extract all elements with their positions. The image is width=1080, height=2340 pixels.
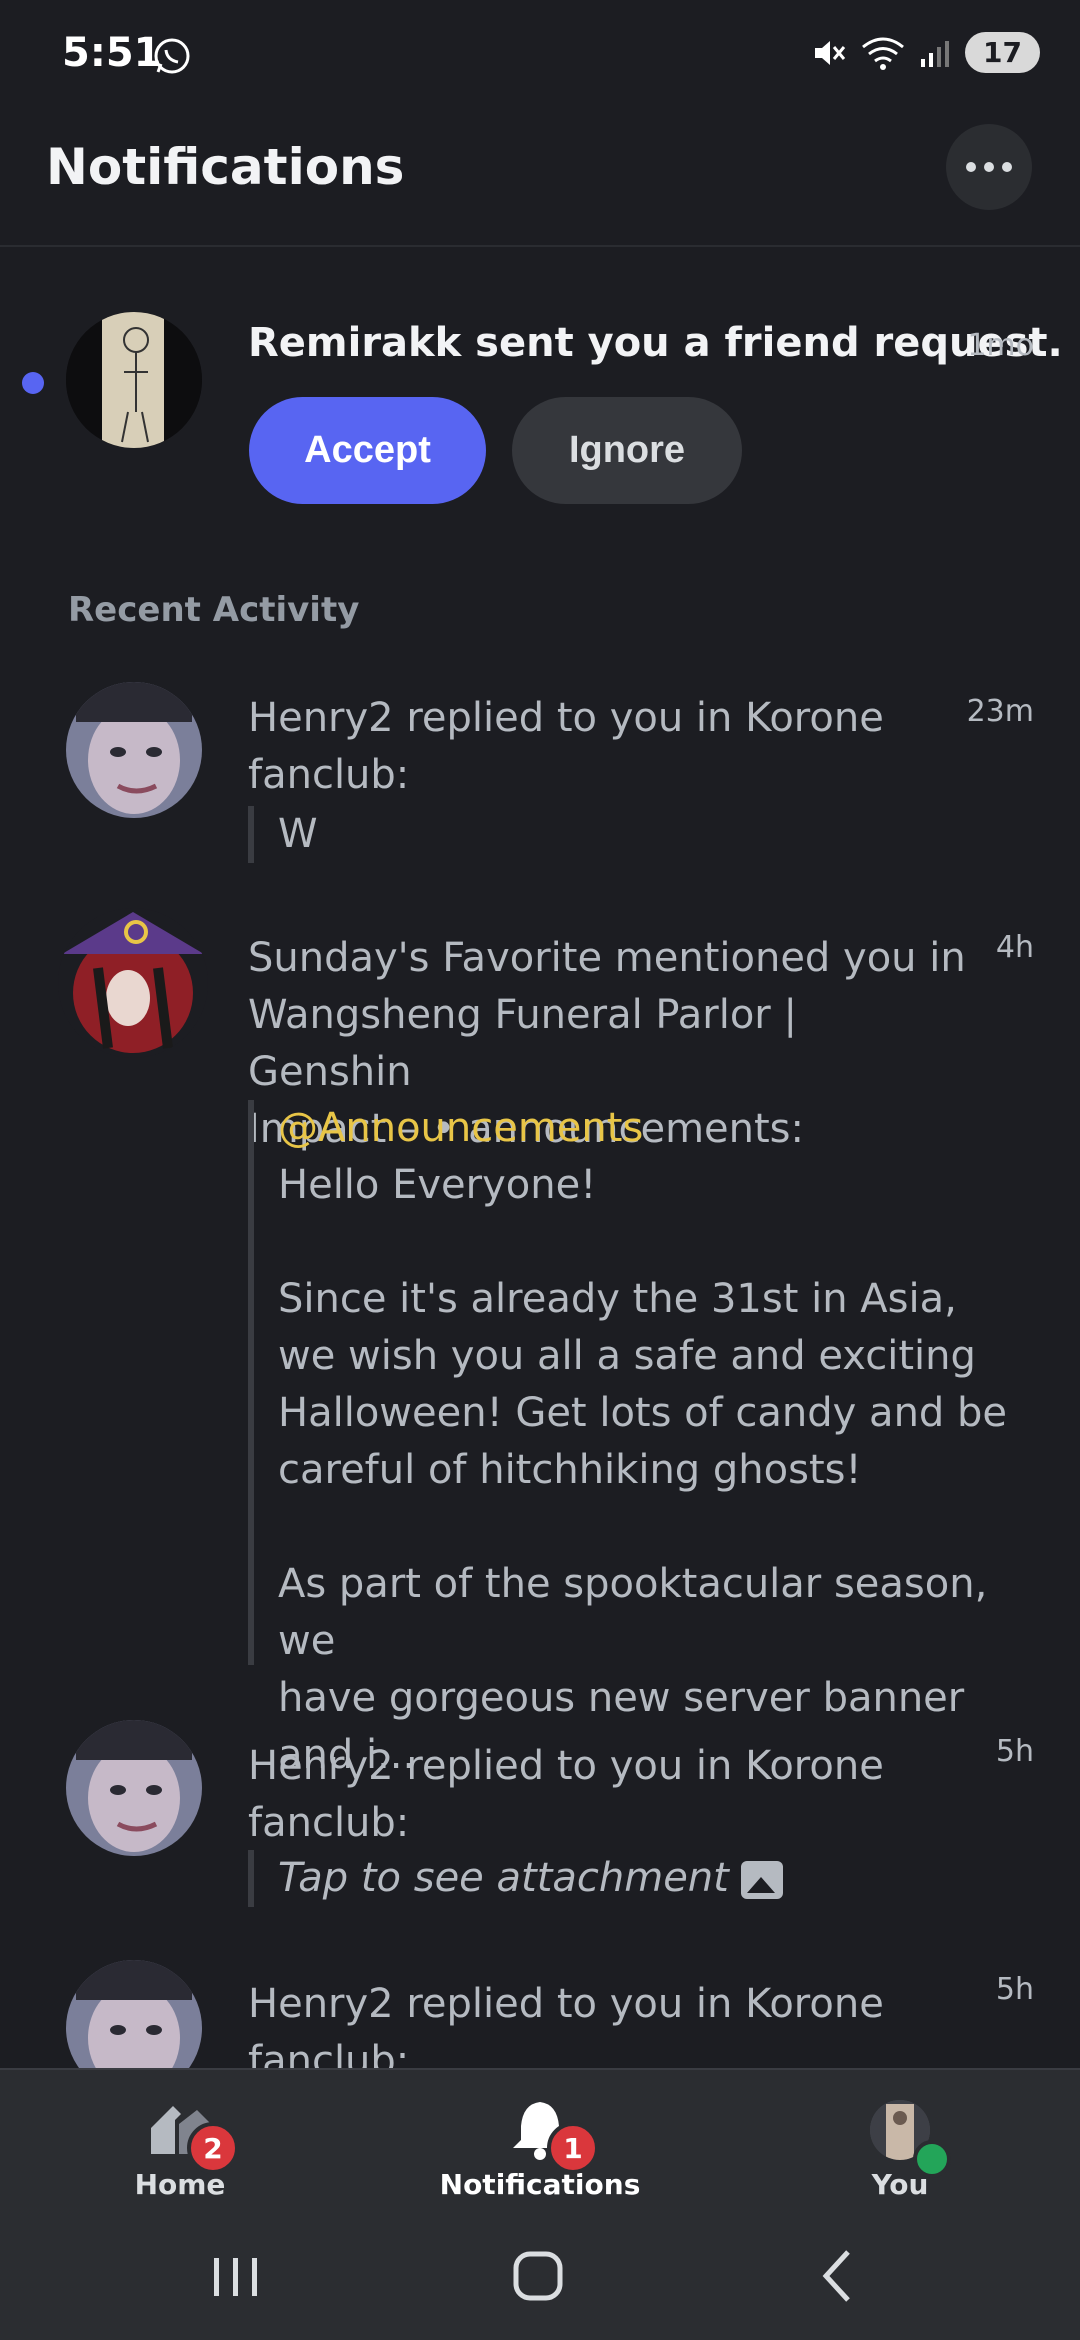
recents-icon[interactable]	[196, 2240, 276, 2310]
more-icon	[966, 162, 976, 172]
attachment-link[interactable]: Tap to see attachment	[278, 1855, 729, 1901]
list-item[interactable]: Henry2 replied to you in Korone fanclub:…	[0, 1950, 1080, 2068]
timestamp: 5h	[995, 1972, 1034, 2007]
status-bar: 5:51 17	[0, 0, 1080, 110]
avatar-image	[66, 312, 202, 448]
timestamp: 23m	[966, 694, 1034, 729]
section-heading: Recent Activity	[68, 590, 360, 630]
reply-quote[interactable]: Tap to see attachment	[248, 1850, 783, 1907]
list-item[interactable]: Henry2 replied to you in Korone fanclub:…	[0, 1710, 1080, 1910]
timestamp: 4h	[995, 930, 1034, 965]
screen: 5:51 17 Notifications Remirakk sent you …	[0, 0, 1080, 2340]
nav-home-label: Home	[134, 2168, 226, 2201]
activity-text: Henry2 replied to you in Korone	[248, 1743, 884, 1789]
avatar[interactable]	[66, 682, 202, 818]
quote-line: Halloween! Get lots of candy and be	[278, 1390, 1008, 1436]
friend-request-notification[interactable]: Remirakk sent you a friend request. 1mo …	[0, 300, 1080, 520]
timestamp: 5h	[995, 1734, 1034, 1769]
timestamp: 1mo	[967, 328, 1034, 363]
back-icon[interactable]	[800, 2240, 880, 2310]
activity-text: Henry2 replied to you in Korone	[248, 1981, 884, 2027]
nav-you[interactable]: You	[790, 2100, 1010, 2201]
activity-text: fanclub:	[248, 752, 410, 798]
avatar[interactable]	[66, 1960, 202, 2068]
quote-line: careful of hitchhiking ghosts!	[278, 1447, 862, 1493]
header: Notifications	[0, 110, 1080, 247]
quote-line: Since it's already the 31st in Asia,	[278, 1276, 957, 1322]
mention[interactable]: @Announcements	[278, 1100, 1038, 1157]
message-quote: @Announcements Hello Everyone! Since it'…	[248, 1100, 1038, 1778]
avatar-image	[66, 682, 202, 818]
activity-text: Henry2 replied to you in Korone	[248, 695, 884, 741]
accept-button[interactable]: Accept	[249, 397, 486, 504]
quote-text: W	[278, 811, 318, 857]
nav-you-label: You	[871, 2168, 929, 2201]
avatar[interactable]	[66, 1720, 202, 1856]
avatar-image	[66, 1720, 202, 1856]
battery-indicator: 17	[965, 32, 1040, 73]
online-status-indicator	[913, 2140, 951, 2178]
bottom-nav: 2 Home 1 Notifications You	[0, 2068, 1080, 2210]
activity-text: Wangsheng Funeral Parlor | Genshin	[248, 992, 797, 1095]
quote-line: Hello Everyone!	[278, 1162, 597, 1208]
quote-line: we wish you all a safe and exciting	[278, 1333, 976, 1379]
wifi-icon	[862, 37, 904, 70]
signal-icon	[921, 40, 950, 67]
reply-quote: W	[248, 806, 318, 863]
status-time: 5:51	[62, 30, 162, 76]
activity-text: fanclub:	[248, 1800, 410, 1846]
avatar-image	[58, 908, 208, 1058]
activity-text: fanclub:	[248, 2038, 410, 2068]
notifications-badge: 1	[547, 2122, 599, 2174]
more-options-button[interactable]	[946, 124, 1032, 210]
avatar[interactable]	[66, 312, 202, 448]
image-icon	[740, 1861, 783, 1899]
home-badge: 2	[187, 2122, 239, 2174]
mute-icon	[815, 40, 846, 65]
system-nav-bar	[0, 2210, 1080, 2340]
home-circle-icon[interactable]	[498, 2240, 578, 2310]
quote-line: As part of the spooktacular season, we	[278, 1561, 988, 1664]
status-icons: 17	[811, 32, 1040, 73]
activity-text: Sunday's Favorite mentioned you in	[248, 935, 966, 981]
nav-home[interactable]: 2 Home	[70, 2100, 290, 2201]
nav-notifications-label: Notifications	[439, 2168, 641, 2201]
avatar[interactable]	[58, 908, 208, 1058]
nav-notifications[interactable]: 1 Notifications	[430, 2100, 650, 2201]
ignore-button[interactable]: Ignore	[512, 397, 742, 504]
page-title: Notifications	[46, 138, 405, 196]
unread-indicator	[22, 372, 44, 394]
friend-request-text: Remirakk sent you a friend request.	[248, 320, 1063, 366]
list-item[interactable]: Sunday's Favorite mentioned you in Wangs…	[0, 900, 1080, 1778]
list-item[interactable]: Henry2 replied to you in Korone fanclub:…	[0, 670, 1080, 870]
whatsapp-icon	[154, 38, 190, 74]
avatar-image	[66, 1960, 202, 2068]
